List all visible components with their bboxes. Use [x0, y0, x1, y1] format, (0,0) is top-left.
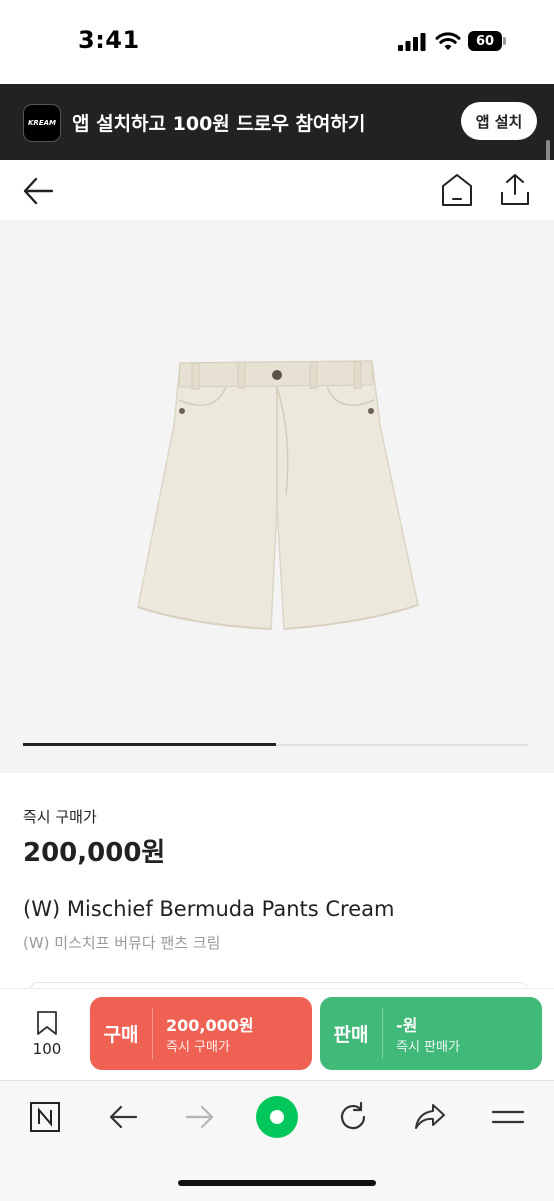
- menu-icon[interactable]: [488, 1097, 528, 1137]
- banner-text: 앱 설치하고 100원 드로우 참여하기: [72, 113, 366, 135]
- gallery-progress-indicator: [23, 743, 276, 746]
- sell-sub-label: 즉시 판매가: [396, 1040, 460, 1055]
- app-install-button[interactable]: 앱 설치: [461, 102, 537, 140]
- home-indicator: [178, 1180, 376, 1186]
- product-name-en: (W) Mischief Bermuda Pants Cream: [23, 897, 395, 921]
- battery-level: 60: [475, 33, 495, 49]
- product-price: 200,000원: [23, 838, 166, 868]
- sell-price: -원: [396, 1016, 418, 1035]
- sell-divider: [382, 1008, 383, 1059]
- browser-back-icon[interactable]: [103, 1097, 143, 1137]
- battery-icon: 60: [468, 31, 508, 51]
- sell-label: 판매: [333, 1024, 369, 1046]
- wish-button[interactable]: 100: [22, 1010, 72, 1060]
- wifi-icon: [435, 32, 461, 50]
- browser-forward-icon[interactable]: [180, 1097, 220, 1137]
- share-icon[interactable]: [498, 172, 532, 208]
- price-label: 즉시 구매가: [23, 808, 97, 826]
- naver-green-dot-icon[interactable]: [255, 1095, 299, 1139]
- refresh-icon[interactable]: [333, 1097, 373, 1137]
- product-image: [137, 360, 419, 630]
- kream-logo: KREAM: [23, 104, 61, 142]
- buy-divider: [152, 1008, 153, 1059]
- buy-sub-label: 즉시 구매가: [166, 1040, 230, 1055]
- product-name-ko: (W) 미스치프 버뮤다 팬츠 크림: [23, 934, 221, 952]
- back-arrow-icon[interactable]: [22, 176, 54, 206]
- buy-price: 200,000원: [166, 1016, 254, 1035]
- home-icon[interactable]: [440, 172, 474, 208]
- bookmark-icon: [37, 1011, 57, 1035]
- status-time: 3:41: [78, 26, 140, 54]
- sell-button[interactable]: 판매 -원 즉시 판매가: [320, 997, 542, 1070]
- buy-label: 구매: [103, 1024, 139, 1046]
- naver-n-glyph: [30, 1102, 60, 1132]
- naver-n-icon[interactable]: [25, 1097, 65, 1137]
- wish-count: 100: [32, 1040, 62, 1058]
- share-forward-icon[interactable]: [410, 1097, 450, 1137]
- buy-button[interactable]: 구매 200,000원 즉시 구매가: [90, 997, 312, 1070]
- cellular-signal-icon: [398, 33, 426, 51]
